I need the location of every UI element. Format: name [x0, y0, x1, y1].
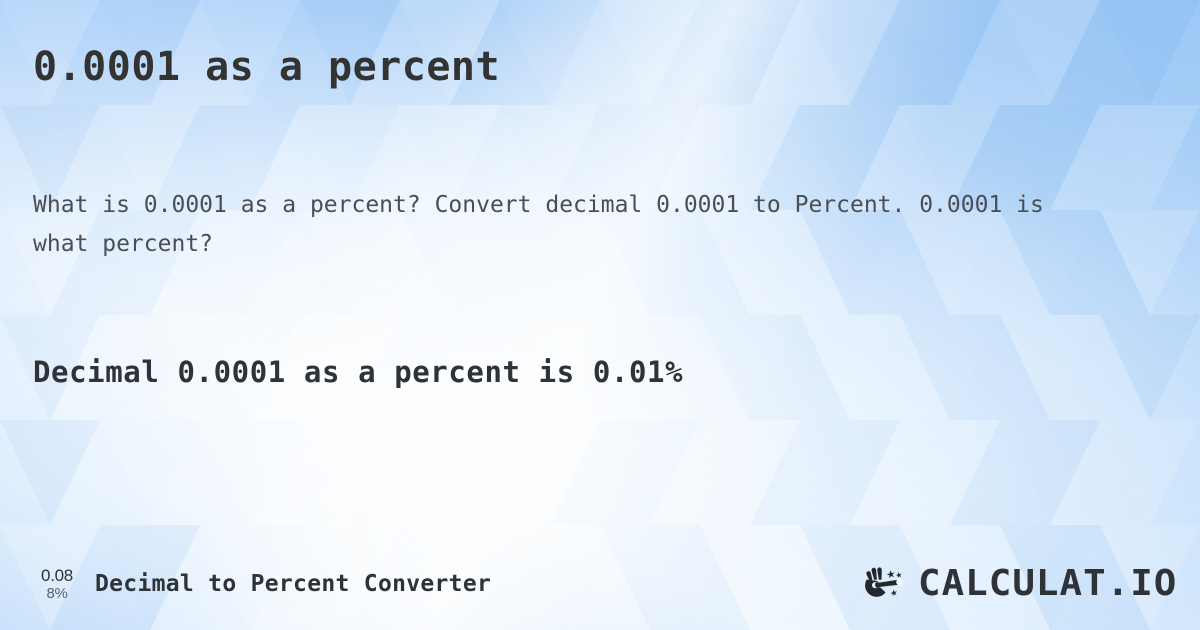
page-description: What is 0.0001 as a percent? Convert dec… — [33, 192, 1044, 257]
conversion-result: Decimal 0.0001 as a percent is 0.01% — [33, 355, 684, 389]
footer: 0.08 8% Decimal to Percent Converter CAL… — [0, 538, 1200, 630]
footer-branding-left: 0.08 8% Decimal to Percent Converter — [33, 567, 491, 601]
decimal-to-percent-icon-bottom: 8% — [46, 585, 68, 602]
og-card: 0.0001 as a percent What is 0.0001 as a … — [0, 0, 1200, 630]
decimal-to-percent-icon: 0.08 8% — [33, 567, 81, 601]
brand-name-text: CALCULAT.IO — [917, 563, 1177, 604]
brand-name: CALCULAT.IO — [918, 566, 1176, 602]
hand-holding-wand-icon — [864, 567, 903, 597]
page-title: 0.0001 as a percent — [33, 44, 501, 90]
card-content: 0.0001 as a percent What is 0.0001 as a … — [0, 0, 1200, 630]
brand-logo[interactable]: CALCULAT.IO — [860, 564, 1176, 604]
footer-tool-label: Decimal to Percent Converter — [95, 571, 492, 597]
decimal-to-percent-icon-top: 0.08 — [41, 566, 73, 585]
